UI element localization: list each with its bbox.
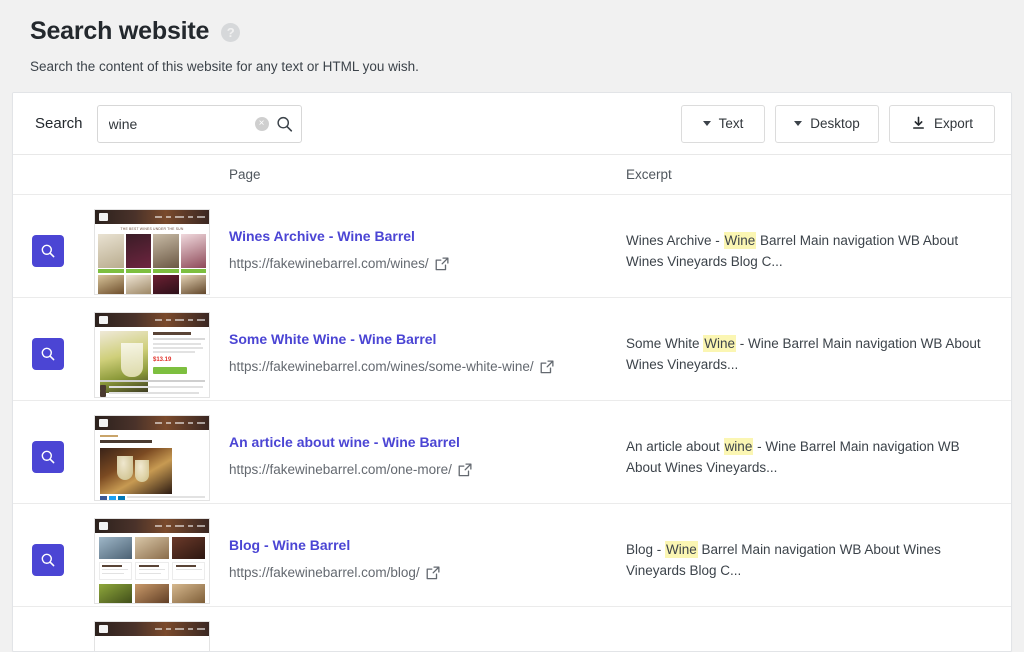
row-page-cell: An article about wine - Wine Barrel http…: [221, 415, 618, 479]
table-row: $13.19 Some White Wine - Wine Barrel htt…: [13, 298, 1011, 401]
excerpt-text-before: Some White: [626, 336, 704, 351]
text-filter-button[interactable]: Text: [681, 104, 765, 143]
row-action-cell: [13, 518, 83, 576]
next-result-thumbnail[interactable]: [94, 621, 210, 651]
excerpt-text-before: An article about: [626, 439, 724, 454]
search-input[interactable]: [96, 104, 302, 143]
row-thumbnail-cell: THE BEST WINES UNDER THE SUN: [83, 209, 221, 295]
row-thumbnail-cell: [83, 621, 221, 651]
row-action-cell: [13, 312, 83, 370]
result-url-row: https://fakewinebarrel.com/wines/: [229, 255, 618, 273]
help-icon[interactable]: ?: [221, 23, 241, 42]
column-header-excerpt: Excerpt: [626, 167, 672, 182]
result-title-link[interactable]: Some White Wine - Wine Barrel: [229, 330, 618, 348]
page-subtitle: Search the content of this website for a…: [30, 59, 419, 74]
row-excerpt-cell: An article about wine - Wine Barrel Main…: [618, 415, 1011, 478]
search-field-wrapper: ×: [96, 104, 302, 143]
an-article-about-wine-thumbnail[interactable]: [94, 415, 210, 501]
toolbar-actions: Text Desktop Export: [681, 104, 995, 143]
search-label: Search: [35, 115, 83, 132]
chevron-down-icon: [702, 121, 711, 126]
row-page-cell: Blog - Wine Barrel https://fakewinebarre…: [221, 518, 618, 582]
search-toolbar: Search × Text Desktop: [13, 93, 1011, 155]
row-excerpt-cell: Some White Wine - Wine Barrel Main navig…: [618, 312, 1011, 375]
some-white-wine-thumbnail[interactable]: $13.19: [94, 312, 210, 398]
export-button[interactable]: Export: [889, 104, 995, 143]
search-icon[interactable]: [276, 115, 293, 132]
row-page-cell: Wines Archive - Wine Barrel https://fake…: [221, 209, 618, 273]
wines-archive-thumbnail[interactable]: THE BEST WINES UNDER THE SUN: [94, 209, 210, 295]
view-result-button[interactable]: [32, 441, 64, 473]
external-link-icon[interactable]: [426, 566, 440, 580]
row-excerpt-cell: Blog - Wine Barrel Main navigation WB Ab…: [618, 518, 1011, 581]
result-url-row: https://fakewinebarrel.com/one-more/: [229, 461, 618, 479]
result-title-link[interactable]: An article about wine - Wine Barrel: [229, 433, 618, 451]
table-row: THE BEST WINES UNDER THE SUN Wines Archi…: [13, 195, 1011, 298]
row-thumbnail-cell: $13.19: [83, 312, 221, 398]
result-url: https://fakewinebarrel.com/wines/some-wh…: [229, 359, 534, 375]
row-action-cell: [13, 621, 83, 647]
excerpt-highlight: wine: [723, 438, 754, 455]
clear-search-icon[interactable]: ×: [254, 116, 269, 131]
export-label: Export: [933, 116, 974, 131]
row-action-cell: [13, 415, 83, 473]
text-filter-label: Text: [718, 116, 744, 131]
result-url: https://fakewinebarrel.com/blog/: [229, 565, 420, 581]
external-link-icon[interactable]: [540, 360, 554, 374]
desktop-filter-button[interactable]: Desktop: [775, 104, 879, 143]
result-title-link[interactable]: Blog - Wine Barrel: [229, 536, 618, 554]
row-action-cell: [13, 209, 83, 267]
excerpt-text-before: Blog -: [626, 542, 666, 557]
page-title-row: Search website ?: [30, 16, 1024, 46]
results-table: Page Excerpt THE BEST WINES UNDER THE SU…: [13, 155, 1011, 651]
excerpt-highlight: Wine: [703, 335, 737, 352]
external-link-icon[interactable]: [458, 463, 472, 477]
column-header-page: Page: [229, 167, 261, 182]
result-url: https://fakewinebarrel.com/wines/: [229, 256, 429, 272]
view-result-button[interactable]: [32, 544, 64, 576]
row-excerpt-cell: Wines Archive - Wine Barrel Main navigat…: [618, 209, 1011, 272]
page-header: Search website ? Search the content of t…: [0, 0, 1024, 77]
row-page-cell: Some White Wine - Wine Barrel https://fa…: [221, 312, 618, 376]
view-result-button[interactable]: [32, 338, 64, 370]
search-results-card: Search × Text Desktop: [12, 92, 1012, 652]
excerpt-text-before: Wines Archive -: [626, 233, 724, 248]
result-url-row: https://fakewinebarrel.com/wines/some-wh…: [229, 358, 618, 376]
table-row: [13, 607, 1011, 651]
result-url: https://fakewinebarrel.com/one-more/: [229, 462, 452, 478]
view-result-button[interactable]: [32, 235, 64, 267]
download-icon: [911, 116, 926, 131]
result-title-link[interactable]: Wines Archive - Wine Barrel: [229, 227, 618, 245]
excerpt-highlight: Wine: [723, 232, 757, 249]
row-thumbnail-cell: [83, 518, 221, 604]
blog-thumbnail[interactable]: [94, 518, 210, 604]
results-table-body: THE BEST WINES UNDER THE SUN Wines Archi…: [13, 195, 1011, 651]
desktop-filter-label: Desktop: [810, 116, 860, 131]
page-title: Search website: [30, 17, 210, 45]
table-row: Blog - Wine Barrel https://fakewinebarre…: [13, 504, 1011, 607]
result-url-row: https://fakewinebarrel.com/blog/: [229, 564, 618, 582]
excerpt-highlight: Wine: [665, 541, 698, 558]
row-thumbnail-cell: [83, 415, 221, 501]
table-row: An article about wine - Wine Barrel http…: [13, 401, 1011, 504]
external-link-icon[interactable]: [435, 257, 449, 271]
table-header-row: Page Excerpt: [13, 155, 1011, 195]
chevron-down-icon: [794, 121, 803, 126]
